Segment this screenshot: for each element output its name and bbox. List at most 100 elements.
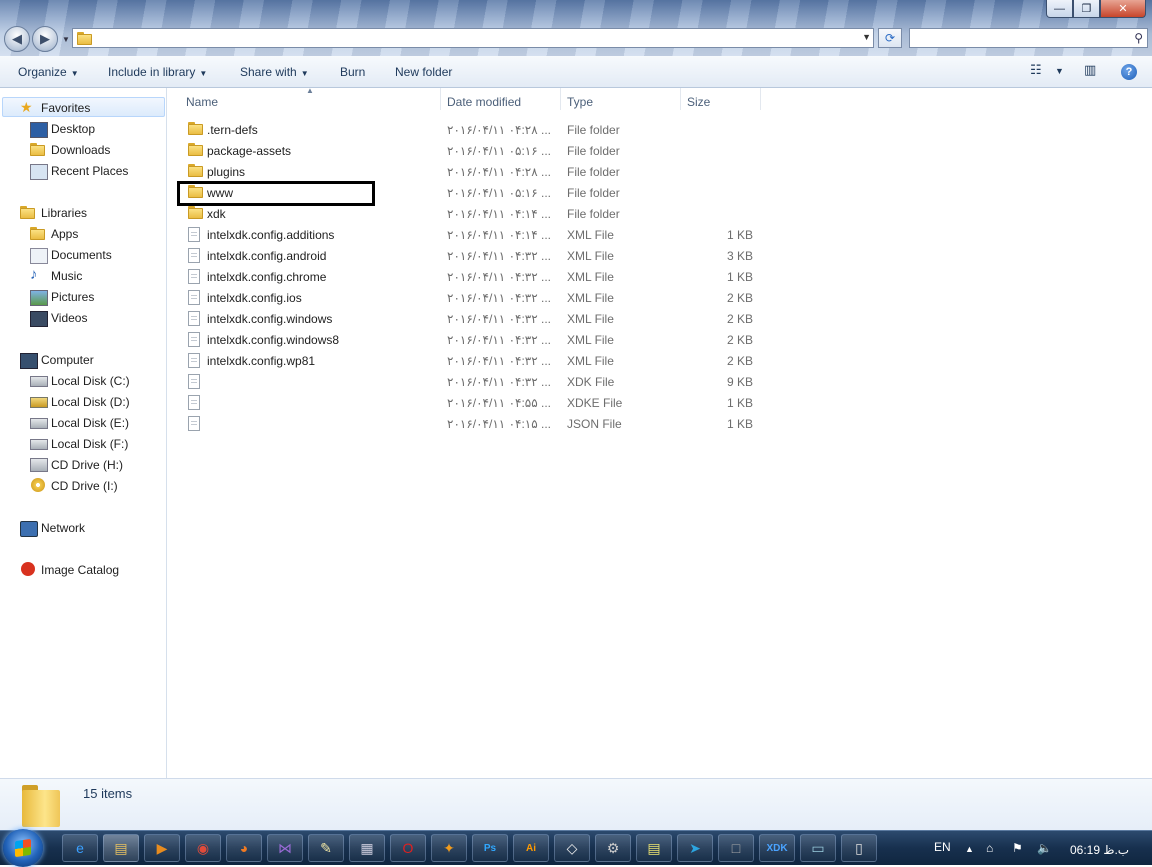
visual-studio-icon[interactable]: ⋈: [267, 834, 303, 862]
notes-icon[interactable]: ▤: [636, 834, 672, 862]
tray-network-icon[interactable]: ⌂: [986, 841, 993, 855]
file-icon: [188, 353, 200, 368]
help-icon[interactable]: ?: [1121, 64, 1137, 80]
documents-icon: [30, 248, 48, 264]
maximize-button[interactable]: ❐: [1073, 0, 1100, 18]
file-row[interactable]: intelxdk.config.windows ۲۰۱۶/۰۴/۱۱ ۰۴:۳۲ …: [168, 308, 768, 329]
recent-pages-dropdown[interactable]: ▼: [62, 35, 70, 44]
notepad2-icon[interactable]: ▯: [841, 834, 877, 862]
file-row[interactable]: .tern-defs ۲۰۱۶/۰۴/۱۱ ۰۴:۲۸ ... File folde…: [168, 119, 768, 140]
file-name: intelxdk.config.wp81: [207, 354, 316, 368]
close-button[interactable]: ✕: [1100, 0, 1146, 18]
nav-documents[interactable]: Documents: [51, 248, 112, 262]
nav-image-catalog[interactable]: Image Catalog: [41, 563, 119, 577]
file-row[interactable]: ۲۰۱۶/۰۴/۱۱ ۰۴:۵۵ ... XDKE File 1 KB: [168, 392, 768, 413]
file-type: File folder: [567, 186, 620, 200]
forward-button[interactable]: ▶: [32, 26, 58, 52]
minimize-button[interactable]: —: [1046, 0, 1073, 18]
view-options-icon[interactable]: ☷: [1030, 62, 1042, 78]
address-bar[interactable]: ▼: [72, 28, 874, 48]
view-dropdown-icon[interactable]: ▼: [1055, 66, 1064, 76]
nav-network[interactable]: Network: [41, 521, 85, 535]
notepad-icon[interactable]: ✎: [308, 834, 344, 862]
file-icon: [188, 269, 200, 284]
firefox-icon[interactable]: ◕: [226, 834, 262, 862]
back-button[interactable]: ◀: [4, 26, 30, 52]
file-type: File folder: [567, 207, 620, 221]
new-folder-button[interactable]: New folder: [395, 65, 452, 79]
nav-downloads[interactable]: Downloads: [51, 143, 110, 157]
nav-local-disk-d[interactable]: Local Disk (D:): [51, 395, 130, 409]
telegram-icon[interactable]: ➤: [677, 834, 713, 862]
tray-flag-icon[interactable]: ⚑: [1012, 841, 1023, 855]
nav-local-disk-e[interactable]: Local Disk (E:): [51, 416, 129, 430]
refresh-button[interactable]: ⟳: [878, 28, 902, 48]
nav-desktop[interactable]: Desktop: [51, 122, 95, 136]
nav-cd-drive-i[interactable]: CD Drive (I:): [51, 479, 118, 493]
nav-videos[interactable]: Videos: [51, 311, 87, 325]
window-icon[interactable]: ▭: [800, 834, 836, 862]
file-date: ۲۰۱۶/۰۴/۱۱ ۰۵:۱۶ ...: [447, 144, 552, 158]
nav-favorites[interactable]: Favorites: [41, 101, 90, 115]
column-type[interactable]: Type: [567, 95, 593, 109]
app-icon[interactable]: ✦: [431, 834, 467, 862]
file-row[interactable]: intelxdk.config.wp81 ۲۰۱۶/۰۴/۱۱ ۰۴:۳۲ ...…: [168, 350, 768, 371]
chrome-icon[interactable]: ◉: [185, 834, 221, 862]
desktop-icon: [30, 122, 48, 138]
photoshop-icon[interactable]: Ps: [472, 834, 508, 862]
file-row[interactable]: xdk ۲۰۱۶/۰۴/۱۱ ۰۴:۱۴ ... File folder: [168, 203, 768, 224]
file-name: intelxdk.config.windows: [207, 312, 333, 326]
file-row[interactable]: ۲۰۱۶/۰۴/۱۱ ۰۴:۱۵ ... JSON File 1 KB: [168, 413, 768, 434]
opera-icon[interactable]: O: [390, 834, 426, 862]
file-date: ۲۰۱۶/۰۴/۱۱ ۰۴:۲۸ ...: [447, 165, 552, 179]
preview-pane-icon[interactable]: ▥: [1084, 62, 1096, 78]
ie-icon[interactable]: e: [62, 834, 98, 862]
nav-computer[interactable]: Computer: [41, 353, 94, 367]
share-with-button[interactable]: Share with ▼: [240, 65, 309, 79]
tray-volume-icon[interactable]: 🔈: [1037, 841, 1052, 855]
nav-local-disk-c[interactable]: Local Disk (C:): [51, 374, 130, 388]
file-row[interactable]: plugins ۲۰۱۶/۰۴/۱۱ ۰۴:۲۸ ... File folder: [168, 161, 768, 182]
unity-icon[interactable]: ◇: [554, 834, 590, 862]
column-date-modified[interactable]: Date modified: [447, 95, 521, 109]
calculator-icon[interactable]: ▦: [349, 834, 385, 862]
pictures-icon: [30, 290, 48, 306]
nav-recent-places[interactable]: Recent Places: [51, 164, 128, 178]
intel-xdk-icon[interactable]: XDK: [759, 834, 795, 862]
nav-apps[interactable]: Apps: [51, 227, 78, 241]
cd-drive-i-icon: [31, 478, 45, 492]
file-row[interactable]: intelxdk.config.additions ۲۰۱۶/۰۴/۱۱ ۰۴:۱…: [168, 224, 768, 245]
tray-expand-icon[interactable]: ▲: [965, 844, 974, 854]
column-size[interactable]: Size: [687, 95, 710, 109]
file-row[interactable]: intelxdk.config.windows8 ۲۰۱۶/۰۴/۱۱ ۰۴:۳۲…: [168, 329, 768, 350]
file-row[interactable]: intelxdk.config.chrome ۲۰۱۶/۰۴/۱۱ ۰۴:۳۲ .…: [168, 266, 768, 287]
cd-drive-h-icon: [30, 458, 48, 472]
nav-libraries[interactable]: Libraries: [41, 206, 87, 220]
include-in-library-button[interactable]: Include in library ▼: [108, 65, 207, 79]
file-row[interactable]: package-assets ۲۰۱۶/۰۴/۱۱ ۰۵:۱۶ ... File f…: [168, 140, 768, 161]
column-name[interactable]: Name: [186, 95, 218, 109]
nav-cd-drive-h[interactable]: CD Drive (H:): [51, 458, 123, 472]
nav-music[interactable]: Music: [51, 269, 82, 283]
file-row[interactable]: ۲۰۱۶/۰۴/۱۱ ۰۴:۳۲ ... XDK File 9 KB: [168, 371, 768, 392]
media-player-icon[interactable]: ▶: [144, 834, 180, 862]
blank-app-icon[interactable]: □: [718, 834, 754, 862]
file-size: 1 KB: [726, 270, 753, 284]
start-button[interactable]: [3, 829, 43, 867]
folder-large-icon: [22, 785, 60, 827]
language-indicator[interactable]: EN: [934, 840, 951, 854]
address-dropdown-icon[interactable]: ▼: [862, 32, 871, 42]
search-input[interactable]: ⚲: [909, 28, 1148, 48]
explorer-icon[interactable]: ▤: [103, 834, 139, 862]
file-row[interactable]: intelxdk.config.android ۲۰۱۶/۰۴/۱۱ ۰۴:۳۲ …: [168, 245, 768, 266]
clock[interactable]: 06:19 ب.ظ: [1070, 843, 1129, 857]
illustrator-icon[interactable]: Ai: [513, 834, 549, 862]
file-row[interactable]: intelxdk.config.ios ۲۰۱۶/۰۴/۱۱ ۰۴:۳۲ ... X…: [168, 287, 768, 308]
nav-pictures[interactable]: Pictures: [51, 290, 94, 304]
organize-button[interactable]: Organize ▼: [18, 65, 79, 79]
file-size: 9 KB: [726, 375, 753, 389]
nav-local-disk-f[interactable]: Local Disk (F:): [51, 437, 128, 451]
file-icon: [188, 332, 200, 347]
settings-icon[interactable]: ⚙: [595, 834, 631, 862]
burn-button[interactable]: Burn: [340, 65, 365, 79]
